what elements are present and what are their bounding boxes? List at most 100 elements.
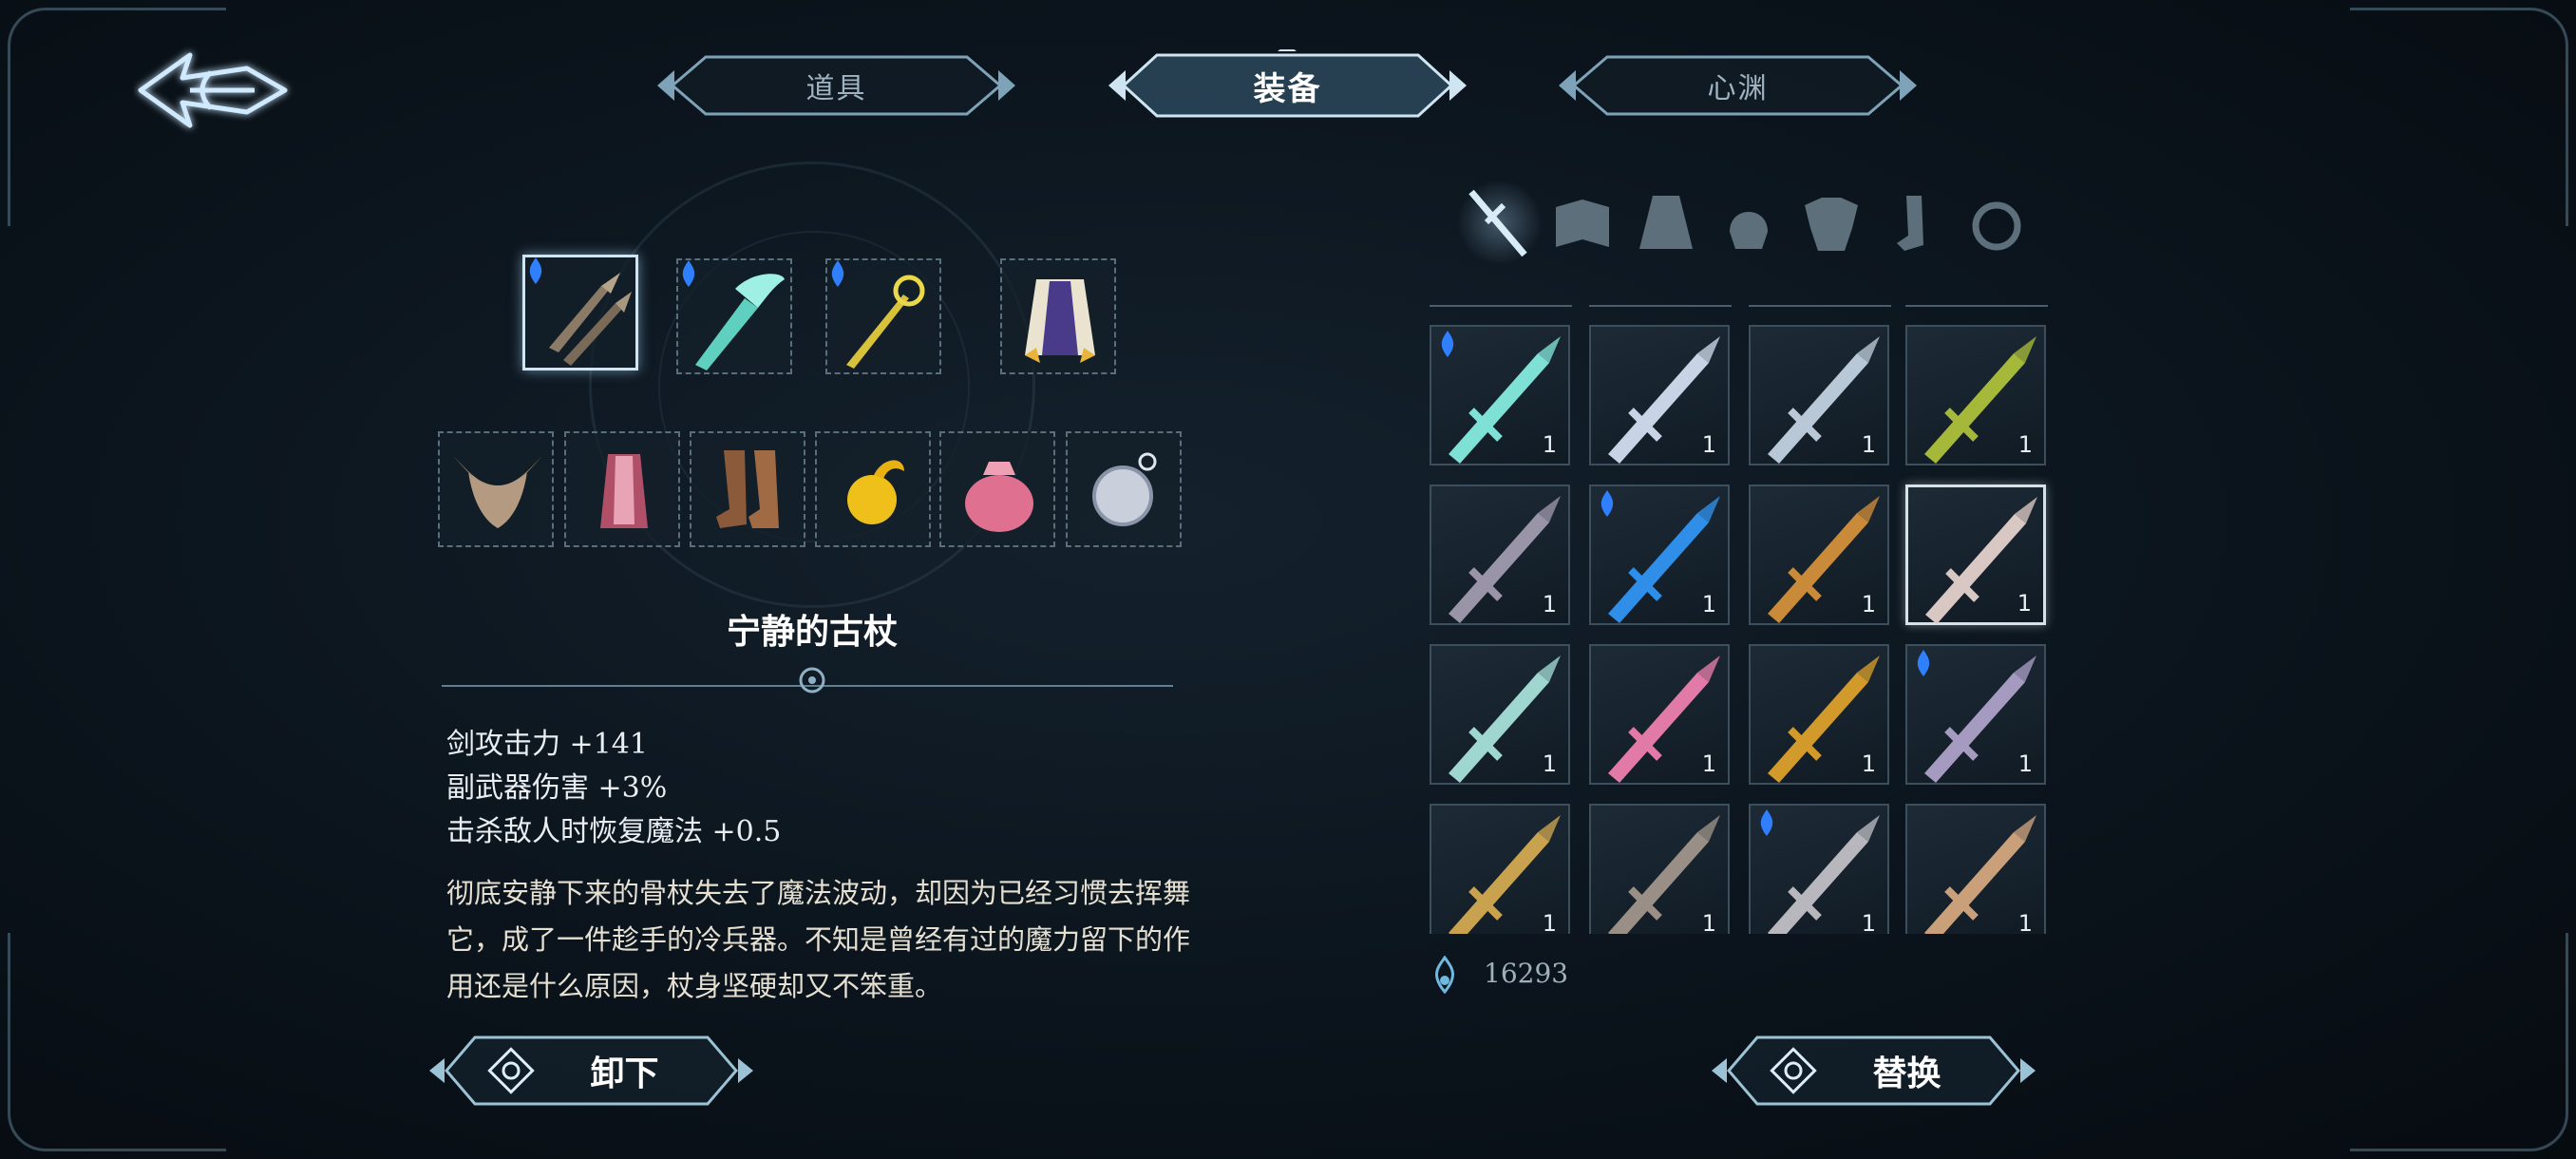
equipped-slot-gold-staff[interactable] (825, 258, 941, 374)
filter-ring[interactable] (1955, 179, 2038, 266)
stat-line: 副武器伤害 +3% (446, 771, 668, 805)
blue-gem-icon (1760, 809, 1773, 836)
filter-book[interactable] (1541, 179, 1624, 266)
item-name: 宁静的古杖 (726, 612, 898, 652)
inventory-cell[interactable]: 1 (1749, 804, 1889, 934)
cloak-icon (1639, 196, 1693, 249)
item-description: 彻底安静下来的骨杖失去了魔法波动，却因为已经习惯去挥舞 它，成了一件趁手的冷兵器… (446, 870, 1235, 1010)
inventory-cell[interactable]: 1 (1430, 325, 1570, 466)
tab-label: 装备 (1253, 69, 1322, 108)
item-count: 1 (2017, 910, 2033, 934)
filter-armor[interactable] (1790, 179, 1873, 266)
item-count: 1 (1542, 750, 1557, 777)
tab-heart-abyss[interactable]: 心渊 (1555, 49, 1921, 122)
unequip-button[interactable]: 卸下 (427, 1028, 755, 1113)
equipped-slot-amulet[interactable] (1066, 431, 1182, 547)
frame-corner-bottom-left (8, 933, 226, 1151)
item-count: 1 (1861, 750, 1876, 777)
sword-icon (1468, 189, 1527, 257)
ornament-divider (442, 667, 1173, 694)
unequip-label: 卸下 (590, 1054, 659, 1093)
filter-helmet[interactable] (1707, 179, 1790, 266)
red-garment-icon (600, 454, 648, 528)
inventory-cell[interactable]: 1 (1430, 644, 1570, 785)
inventory-cell[interactable]: 1 (1430, 804, 1570, 934)
golden-orb-icon (847, 460, 904, 524)
inventory-header-line (1430, 295, 1572, 307)
item-count: 1 (2017, 590, 2032, 617)
equipped-slot-twin-daggers[interactable] (522, 255, 638, 370)
item-count: 1 (1701, 910, 1716, 934)
equipped-slot-orb[interactable] (815, 431, 931, 547)
description-line: 用还是什么原因，杖身坚硬却又不笨重。 (446, 970, 943, 1002)
item-count: 1 (1542, 910, 1557, 934)
blue-gem-icon (1601, 490, 1614, 517)
replace-label: 替换 (1872, 1054, 1941, 1093)
soul-drop-icon (1435, 956, 1454, 994)
cape-icon (1025, 279, 1095, 363)
armor-icon (1805, 198, 1858, 251)
inventory-cell[interactable]: 1 (1749, 325, 1889, 466)
filter-cloak[interactable] (1624, 179, 1708, 266)
boots-icon (1897, 196, 1923, 251)
item-count: 1 (1542, 431, 1557, 458)
equipped-slot-pouch[interactable] (939, 431, 1055, 547)
filter-boots[interactable] (1872, 179, 1956, 266)
item-count: 1 (1701, 431, 1716, 458)
inventory-cell[interactable]: 1 (1905, 484, 2046, 625)
item-count: 1 (2017, 750, 2033, 777)
replace-button[interactable]: 替换 (1710, 1028, 2037, 1113)
blue-gem-icon (529, 257, 542, 284)
inventory-cell[interactable]: 1 (1589, 484, 1730, 625)
pink-pouch-icon (965, 462, 1033, 532)
inventory-cell[interactable]: 1 (1749, 644, 1889, 785)
description-line: 彻底安静下来的骨杖失去了魔法波动，却因为已经习惯去挥舞 (446, 877, 1191, 909)
blue-gem-icon (682, 260, 695, 287)
inventory-cell[interactable]: 1 (1589, 644, 1730, 785)
back-button[interactable] (133, 38, 294, 142)
tab-label: 心渊 (1707, 72, 1769, 105)
tab-items[interactable]: 道具 (653, 49, 1019, 122)
horned-helmet-icon (453, 456, 542, 528)
inventory-cell[interactable]: 1 (1589, 325, 1730, 466)
equipped-slot-cape[interactable] (1000, 258, 1116, 374)
blue-gem-icon (831, 260, 844, 287)
filter-sword[interactable] (1458, 179, 1542, 266)
ring-icon (1972, 201, 2021, 251)
book-icon (1556, 200, 1609, 247)
stat-line: 剑攻击力 +141 (446, 728, 648, 761)
item-count: 1 (1542, 591, 1557, 618)
inventory-cell[interactable]: 1 (1905, 325, 2046, 466)
silver-amulet-icon (1092, 452, 1157, 526)
inventory-cell[interactable]: 1 (1589, 804, 1730, 934)
item-count: 1 (1701, 591, 1716, 618)
inventory-cell[interactable]: 1 (1430, 484, 1570, 625)
stat-line: 击杀敌人时恢复魔法 +0.5 (446, 815, 782, 848)
item-count: 1 (1861, 910, 1876, 934)
inventory-cell[interactable]: 1 (1905, 644, 2046, 785)
boots-icon (716, 450, 779, 528)
helmet-icon (1730, 212, 1768, 249)
blue-gem-icon (1917, 650, 1930, 676)
item-count: 1 (1861, 591, 1876, 618)
back-arrow-icon (138, 52, 288, 128)
item-count: 1 (1701, 750, 1716, 777)
item-count: 1 (2017, 431, 2033, 458)
frame-corner-top-right (2350, 8, 2568, 226)
currency-amount: 16293 (1484, 958, 1569, 989)
description-line: 它，成了一件趁手的冷兵器。不知是曾经有过的魔力留下的作 (446, 923, 1191, 956)
inventory-cell[interactable]: 1 (1749, 484, 1889, 625)
inventory-header-line (1749, 295, 1891, 307)
tab-equipment[interactable]: 装备 (1105, 49, 1470, 122)
inventory-cell[interactable]: 1 (1905, 804, 2046, 934)
equipped-slot-helmet[interactable] (438, 431, 554, 547)
equipped-slot-boots[interactable] (690, 431, 805, 547)
blue-gem-icon (1441, 331, 1454, 357)
item-count: 1 (1861, 431, 1876, 458)
equipped-slot-garment[interactable] (564, 431, 680, 547)
equipped-slot-ice-sword[interactable] (676, 258, 792, 374)
frame-corner-bottom-right (2350, 933, 2568, 1151)
inventory-grid: 1 1 1 1 1 1 1 1 1 1 1 1 1 1 1 1 (1425, 321, 2071, 934)
tab-label: 道具 (805, 72, 867, 105)
inventory-header-line (1589, 295, 1732, 307)
